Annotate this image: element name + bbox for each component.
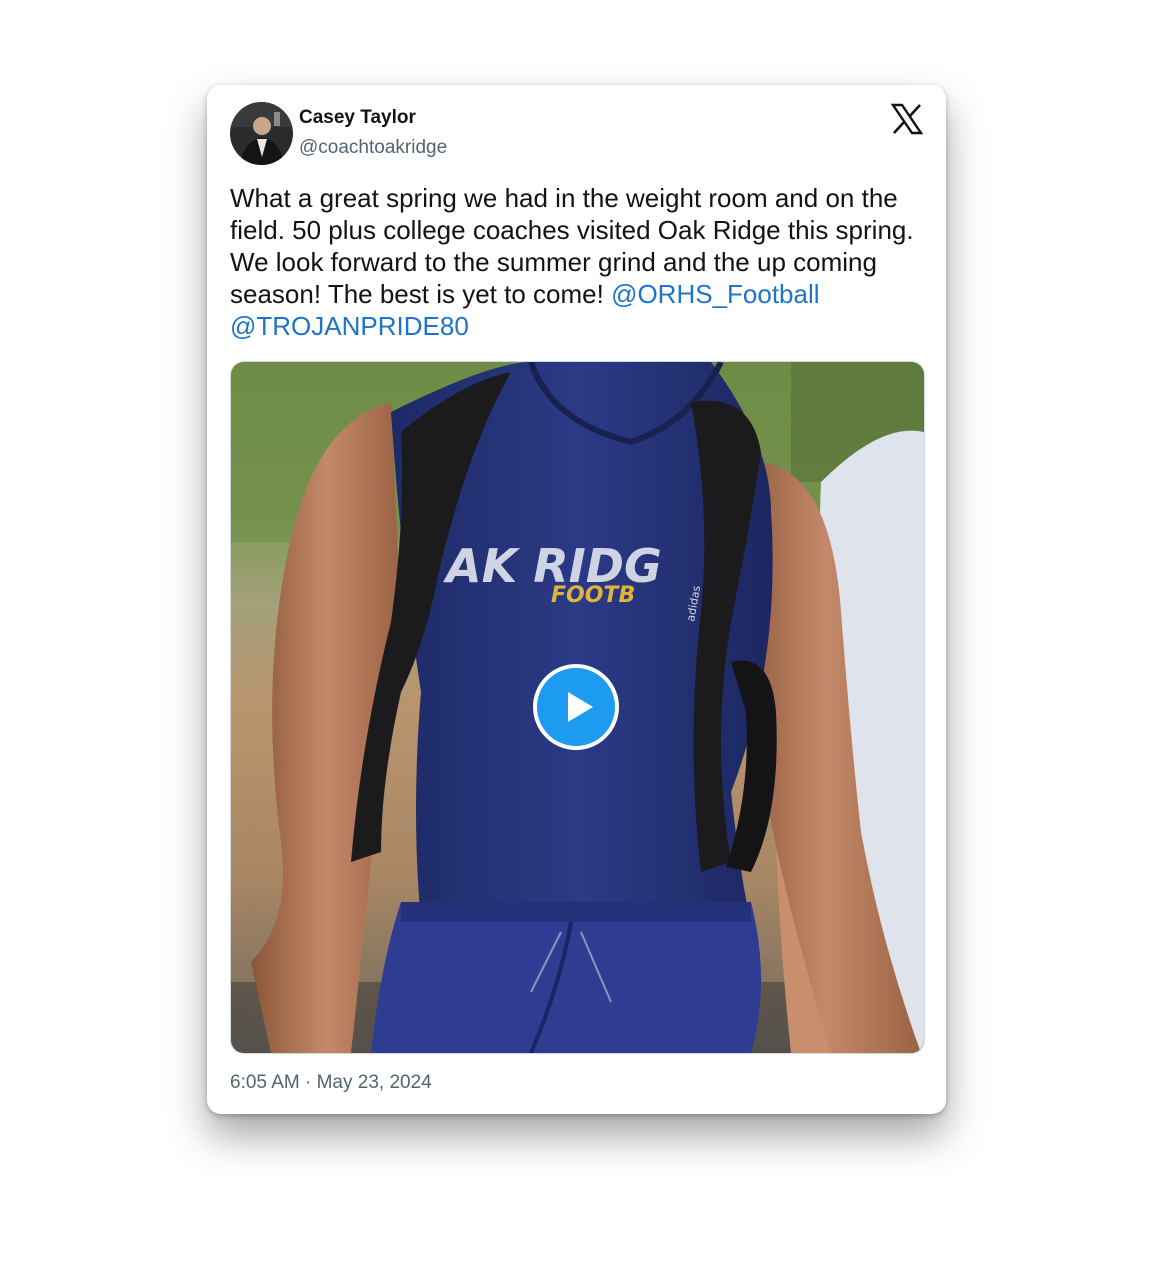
avatar[interactable] [230,102,293,165]
tweet-text: What a great spring we had in the weight… [230,182,930,342]
play-icon[interactable] [533,664,619,750]
tweet-timestamp[interactable]: 6:05 AM · May 23, 2024 [230,1072,432,1094]
mention-orhs-football[interactable]: @ORHS_Football [611,279,819,309]
mention-trojanpride80[interactable]: @TROJANPRIDE80 [230,311,469,341]
shirt-logo-subtext: FOOTB [551,583,635,608]
x-logo-icon[interactable] [890,103,924,135]
author-name[interactable]: Casey Taylor [299,107,416,129]
author-handle[interactable]: @coachtoakridge [299,137,447,159]
video-media[interactable]: AK RIDG FOOTB adidas [230,361,925,1054]
tweet-card: Casey Taylor @coachtoakridge What a grea… [207,85,946,1114]
